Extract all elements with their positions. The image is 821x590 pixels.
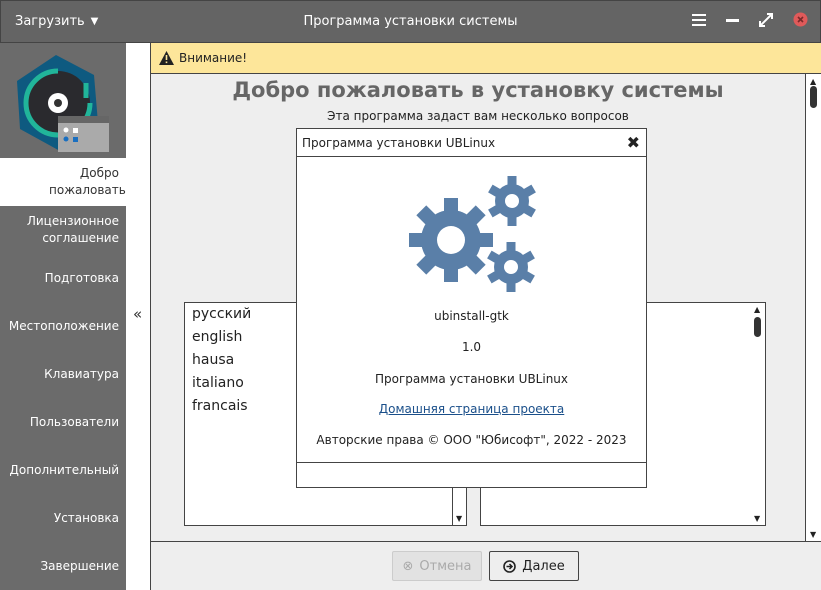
program-name: ubinstall-gtk — [434, 309, 509, 323]
collapse-icon: « — [133, 305, 143, 323]
sidebar-item-location[interactable]: Местоположение — [0, 302, 126, 350]
scroll-up-icon[interactable]: ▲ — [754, 305, 760, 314]
program-comment: Программа установки UBLinux — [374, 372, 569, 386]
warning-icon — [159, 51, 174, 65]
sidebar: Добро пожаловать Лицензионное соглашение… — [0, 43, 126, 590]
sidebar-item-label: Местоположение — [8, 318, 119, 333]
close-window-icon[interactable] — [793, 12, 808, 27]
cancel-button[interactable]: ⊗ Отмена — [392, 551, 482, 581]
app-logo-icon — [17, 55, 109, 152]
list-scrollbar[interactable]: ▲ ▼ — [751, 303, 765, 525]
maximize-icon[interactable] — [759, 12, 773, 27]
main-scrollbar[interactable]: ▲ ▼ — [805, 74, 821, 541]
sidebar-item-label: Дополнительный — [9, 462, 119, 477]
sidebar-item-label: Установка — [53, 510, 119, 525]
sidebar-item-label: Клавиатура — [44, 366, 119, 381]
scroll-down-icon[interactable]: ▼ — [810, 530, 816, 539]
next-button[interactable]: Далее — [489, 551, 579, 581]
sidebar-item-label: Лицензионное соглашение — [26, 214, 119, 245]
about-dialog: Программа установки UBLinux ✖ ubinstall-g… — [296, 128, 647, 488]
gears-icon — [409, 176, 536, 292]
scroll-up-icon[interactable]: ▲ — [810, 77, 816, 86]
scroll-down-icon[interactable]: ▼ — [754, 514, 760, 523]
sidebar-item-license[interactable]: Лицензионное соглашение — [0, 206, 126, 254]
arrow-right-circle-icon — [503, 559, 517, 573]
page-title: Добро пожаловать в установку системы — [232, 78, 724, 102]
website-link[interactable]: Домашняя страница проекта — [379, 402, 565, 416]
close-dialog-icon[interactable]: ✖ — [627, 133, 640, 152]
sidebar-item-label: Завершение — [40, 558, 119, 573]
dialog-action-area — [297, 462, 646, 488]
warning-bar: Внимание! — [151, 43, 821, 74]
dialog-title: Программа установки UBLinux — [302, 135, 496, 150]
collapse-sidebar-button[interactable]: « — [126, 43, 151, 590]
sidebar-item-additional[interactable]: Дополнительный — [0, 446, 126, 494]
sidebar-item-finish[interactable]: Завершение — [0, 542, 126, 590]
title-bar: Загрузить ▼ Программа установки системы — [0, 0, 821, 43]
copyright: Авторские права © ООО "Юбисофт", 2022 - … — [316, 433, 627, 447]
scroll-down-icon[interactable]: ▼ — [456, 514, 462, 523]
scrollbar-thumb[interactable] — [810, 86, 817, 108]
sidebar-item-label: Подготовка — [44, 270, 119, 285]
sidebar-item-welcome[interactable]: Добро пожаловать — [0, 158, 126, 206]
program-version: 1.0 — [461, 340, 482, 354]
sidebar-item-install[interactable]: Установка — [0, 494, 126, 542]
warning-text: Внимание! — [179, 51, 248, 65]
sidebar-item-keyboard[interactable]: Клавиатура — [0, 350, 126, 398]
cancel-icon: ⊗ — [402, 558, 414, 574]
hamburger-menu-icon[interactable] — [692, 13, 706, 26]
sidebar-item-preparation[interactable]: Подготовка — [0, 254, 126, 302]
sidebar-item-users[interactable]: Пользователи — [0, 398, 126, 446]
page-subtitle: Эта программа задаст вам несколько вопро… — [327, 109, 629, 123]
cancel-label: Отмена — [419, 558, 472, 574]
footer: ⊗ Отмена Далее — [151, 541, 821, 590]
sidebar-item-label: Добро пожаловать — [49, 166, 126, 197]
next-label: Далее — [522, 558, 565, 574]
minimize-icon[interactable] — [726, 14, 739, 26]
sidebar-item-label: Пользователи — [29, 414, 119, 429]
